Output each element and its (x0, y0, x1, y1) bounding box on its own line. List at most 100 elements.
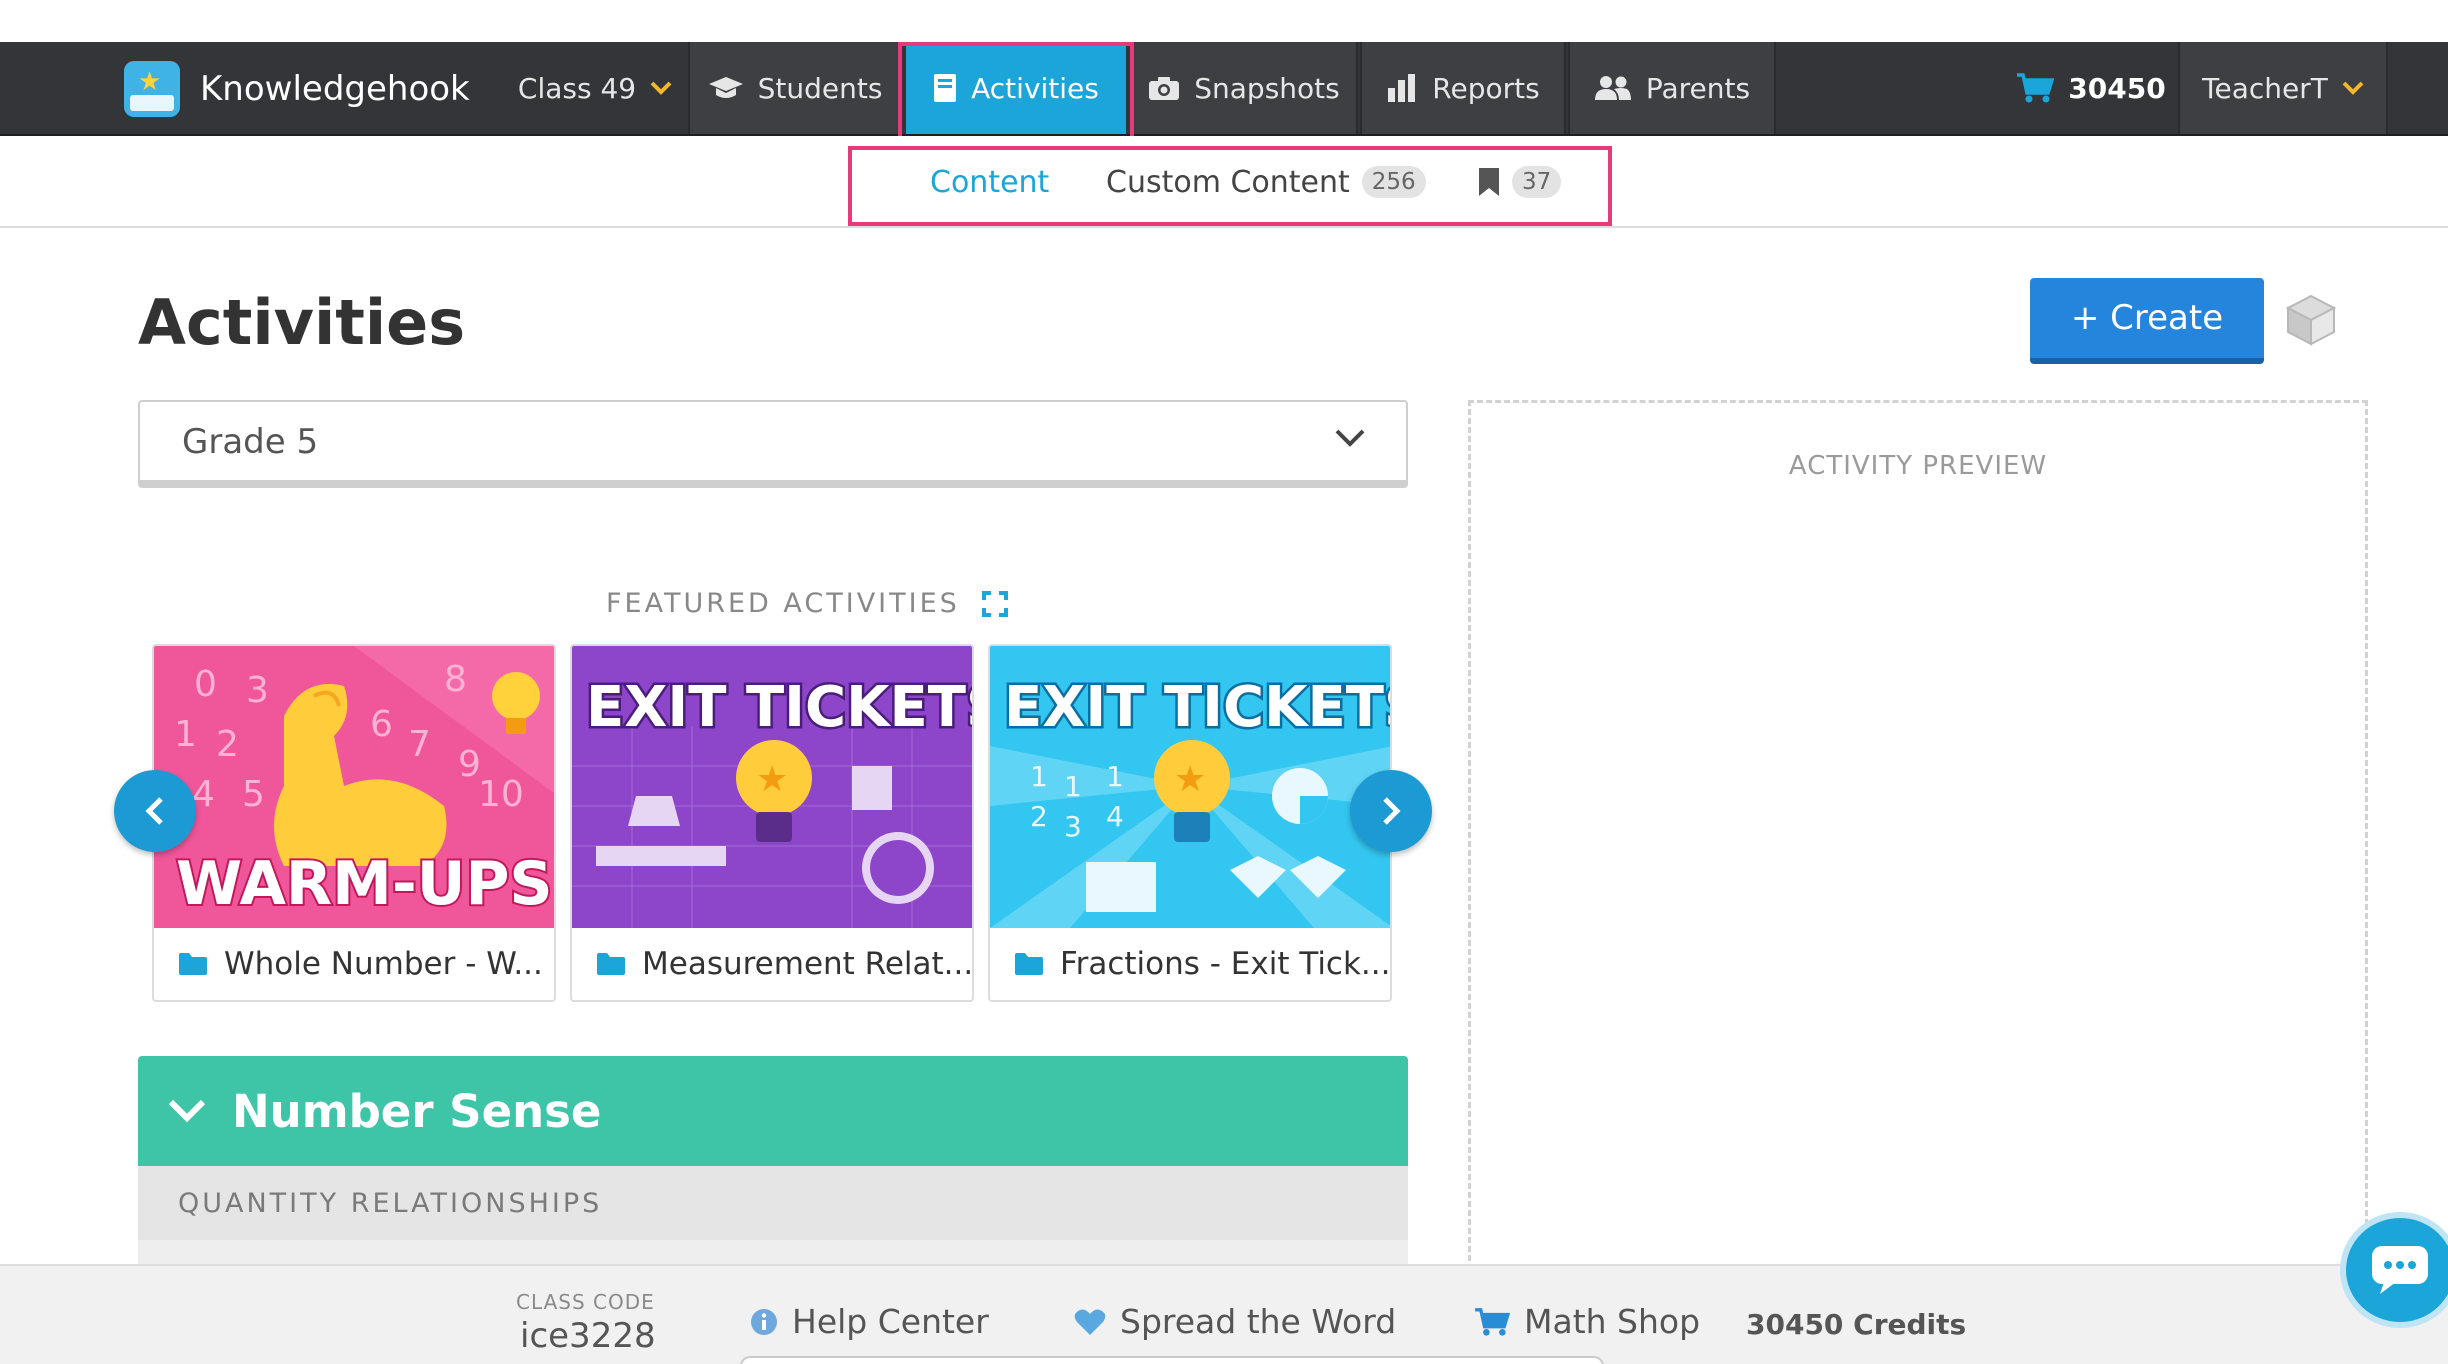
folder-icon (1015, 953, 1043, 975)
folder-icon (597, 953, 625, 975)
fractions-thumbnail: EXIT TICKETS ★ 121314 (990, 646, 1390, 928)
heart-icon (1074, 1309, 1106, 1335)
featured-activities-title: FEATURED ACTIVITIES (606, 588, 1008, 619)
warm-ups-art-text: WARM-UPS (176, 849, 553, 919)
card-caption: Fractions - Exit Tick... (1014, 946, 1390, 982)
credits-count: 30450 Credits (1746, 1308, 1967, 1341)
activity-preview-label: ACTIVITY PREVIEW (1788, 451, 2048, 481)
bar-chart-icon (1388, 74, 1416, 102)
featured-card-warm-ups[interactable]: 0312 4567 8 9 10 WARM-UPS Whole Number - W… (152, 644, 556, 1002)
svg-text:8: 8 (444, 659, 467, 700)
svg-text:2: 2 (216, 724, 239, 765)
measurement-art-text: EXIT TICKETS (586, 675, 972, 740)
featured-card-measurement[interactable]: EXIT TICKETS ★ Measurement Relat... (570, 644, 974, 1002)
fractions-art-text: EXIT TICKETS (1004, 675, 1390, 740)
cube-icon[interactable] (2284, 292, 2338, 346)
help-center-link[interactable]: Help Center (750, 1302, 989, 1341)
nav-parents-label: Parents (1645, 71, 1751, 105)
user-name: TeacherT (2202, 71, 2328, 105)
chevron-left-icon (145, 797, 163, 825)
footer-tray (740, 1356, 1604, 1364)
create-button[interactable]: + Create (2030, 278, 2264, 364)
subsection-title: QUANTITY RELATIONSHIPS (178, 1187, 603, 1219)
chevron-down-icon (168, 1099, 206, 1123)
carousel-next-button[interactable] (1350, 770, 1432, 852)
card-caption: Whole Number - W... (178, 946, 543, 982)
nav-students[interactable]: Students (688, 42, 902, 134)
info-icon (751, 1308, 777, 1335)
featured-card-fractions[interactable]: EXIT TICKETS ★ 121314 Fractions - Exit T… (988, 644, 1392, 1002)
nav-snapshots-label: Snapshots (1194, 71, 1340, 105)
chevron-down-icon (2342, 81, 2364, 95)
grade-dropdown[interactable]: Grade 5 (138, 400, 1408, 488)
sub-navbar: Content Custom Content 256 37 (0, 136, 2448, 228)
featured-activities-label: FEATURED ACTIVITIES (606, 588, 960, 619)
nav-activities[interactable]: Activities (906, 42, 1126, 134)
svg-text:3: 3 (246, 670, 269, 711)
svg-text:1: 1 (1106, 760, 1124, 793)
cart-count: 30450 (2068, 71, 2166, 105)
chevron-right-icon (1383, 797, 1401, 825)
nav-activities-label: Activities (971, 71, 1099, 105)
svg-text:★: ★ (756, 759, 788, 800)
svg-text:1: 1 (1064, 770, 1082, 803)
math-shop-link[interactable]: Math Shop (1474, 1302, 1700, 1341)
shopping-cart-icon (2017, 73, 2055, 103)
svg-text:1: 1 (174, 714, 197, 755)
tab-content[interactable]: Content (930, 158, 1049, 206)
cart-button[interactable]: 30450 (2006, 42, 2176, 134)
svg-text:5: 5 (242, 774, 265, 815)
tab-custom-content[interactable]: Custom Content 256 (1106, 158, 1426, 206)
bookmark-icon (1479, 168, 1499, 196)
class-code-label: CLASS CODE (516, 1290, 655, 1314)
svg-text:6: 6 (370, 704, 393, 745)
svg-text:2: 2 (1030, 800, 1048, 833)
spread-the-word-label: Spread the Word (1120, 1302, 1397, 1341)
folder-icon (179, 953, 207, 975)
nav-parents[interactable]: Parents (1568, 42, 1776, 134)
users-icon (1594, 76, 1631, 100)
brand[interactable]: ★ Knowledgehook (124, 57, 470, 121)
chevron-down-icon (1335, 429, 1365, 447)
page-title: Activities (138, 286, 466, 359)
class-selector[interactable]: Class 49 (510, 42, 680, 134)
activity-preview-panel: ACTIVITY PREVIEW (1468, 400, 2368, 1270)
subsection-quantity-relationships[interactable]: QUANTITY RELATIONSHIPS (138, 1166, 1408, 1240)
math-shop-label: Math Shop (1524, 1302, 1701, 1341)
nav-snapshots[interactable]: Snapshots (1130, 42, 1358, 134)
spread-the-word-link[interactable]: Spread the Word (1074, 1302, 1396, 1341)
warm-ups-thumbnail: 0312 4567 8 9 10 WARM-UPS (154, 646, 554, 928)
user-menu[interactable]: TeacherT (2178, 42, 2388, 134)
help-center-label: Help Center (792, 1302, 989, 1341)
camera-icon (1149, 77, 1180, 100)
tab-content-label: Content (930, 164, 1050, 200)
chat-button[interactable] (2340, 1212, 2448, 1328)
section-number-sense[interactable]: Number Sense (138, 1056, 1408, 1166)
svg-text:★: ★ (1174, 759, 1206, 800)
footer: CLASS CODE ice3228 Help Center Spread th… (0, 1264, 2448, 1364)
expand-icon[interactable] (981, 590, 1008, 617)
chevron-down-icon (650, 81, 672, 95)
top-navbar: ★ Knowledgehook Class 49 Students Activi… (0, 42, 2448, 136)
nav-reports[interactable]: Reports (1360, 42, 1566, 134)
svg-text:3: 3 (1064, 810, 1082, 843)
measurement-thumbnail: EXIT TICKETS ★ (572, 646, 972, 928)
nav-reports-label: Reports (1432, 71, 1540, 105)
card-caption: Measurement Relat... (596, 946, 974, 982)
svg-text:7: 7 (408, 724, 431, 765)
shopping-cart-icon (1475, 1307, 1510, 1336)
carousel-prev-button[interactable] (114, 770, 196, 852)
tab-bookmarks[interactable]: 37 (1478, 158, 1562, 206)
card-caption-text: Whole Number - W... (224, 946, 543, 982)
svg-text:4: 4 (1106, 800, 1124, 833)
knowledgehook-logo-icon: ★ (124, 61, 180, 117)
grade-dropdown-value: Grade 5 (182, 422, 319, 462)
section-title: Number Sense (232, 1084, 602, 1138)
brand-name: Knowledgehook (200, 69, 470, 109)
svg-text:10: 10 (478, 774, 524, 815)
nav-students-label: Students (757, 71, 883, 105)
chat-icon (2372, 1246, 2428, 1294)
svg-text:1: 1 (1030, 760, 1048, 793)
card-caption-text: Measurement Relat... (642, 946, 974, 982)
custom-content-count: 256 (1361, 166, 1426, 198)
